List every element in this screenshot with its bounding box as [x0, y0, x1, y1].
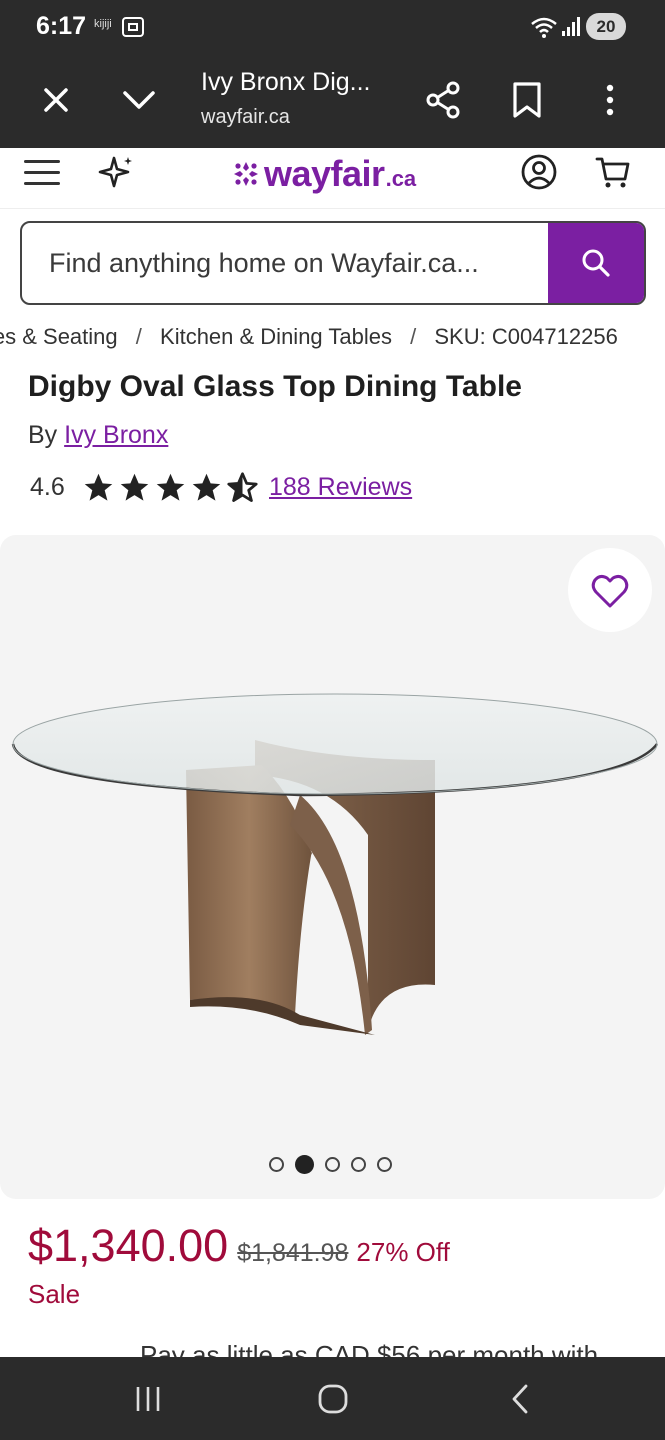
- heart-icon: [591, 574, 629, 608]
- star-full-icon: [192, 473, 221, 501]
- wayfair-logo-mark-icon: [234, 162, 258, 186]
- original-price: $1,841.98: [237, 1239, 349, 1267]
- sale-label: Sale: [28, 1279, 81, 1309]
- wayfair-logo[interactable]: wayfair .ca: [232, 150, 416, 198]
- status-time: 6:17: [36, 12, 87, 40]
- star-full-icon: [120, 473, 149, 501]
- wifi-icon: [531, 17, 557, 38]
- gallery-dot[interactable]: [351, 1157, 366, 1172]
- breadcrumb-separator: /: [410, 324, 417, 349]
- battery-indicator: 20: [586, 13, 626, 40]
- reviews-link[interactable]: 188 Reviews: [269, 473, 412, 502]
- browser-tab-title[interactable]: Ivy Bronx Dig...: [201, 68, 371, 97]
- home-icon[interactable]: [313, 1379, 353, 1419]
- star-half-icon: [227, 471, 258, 502]
- account-icon[interactable]: [520, 153, 558, 191]
- by-label: By: [28, 421, 58, 449]
- browser-url[interactable]: wayfair.ca: [201, 106, 290, 129]
- search-button[interactable]: [548, 223, 644, 303]
- gallery-dot[interactable]: [325, 1157, 340, 1172]
- star-full-icon: [156, 473, 185, 501]
- more-options-icon[interactable]: [588, 78, 632, 122]
- product-image-gallery[interactable]: [0, 535, 665, 1199]
- notification-app-icon: kijiji: [94, 18, 112, 30]
- breadcrumb-item-tables-seating[interactable]: les & Seating: [0, 324, 118, 349]
- breadcrumb-item-kitchen-dining-tables[interactable]: Kitchen & Dining Tables: [160, 324, 392, 349]
- menu-icon[interactable]: [24, 160, 60, 188]
- site-header: wayfair .ca: [0, 148, 665, 208]
- logo-wordmark: wayfair: [264, 153, 385, 194]
- system-navigation-bar: [0, 1357, 665, 1440]
- gallery-dot[interactable]: [269, 1157, 284, 1172]
- product-title: Digby Oval Glass Top Dining Table: [28, 370, 522, 403]
- product-byline: By Ivy Bronx: [28, 421, 168, 450]
- star-full-icon: [84, 473, 113, 501]
- breadcrumb: les & Seating / Kitchen & Dining Tables …: [0, 322, 665, 354]
- sparkle-icon[interactable]: [97, 154, 135, 192]
- logo-tld: .ca: [385, 166, 417, 191]
- sale-price: $1,340.00: [28, 1220, 229, 1271]
- recents-icon[interactable]: [128, 1379, 168, 1419]
- gallery-dot-active[interactable]: [295, 1155, 314, 1174]
- price-block: $1,340.00 $1,841.98 27% Off: [28, 1220, 450, 1272]
- chevron-down-icon[interactable]: [117, 78, 161, 122]
- brand-link[interactable]: Ivy Bronx: [64, 421, 168, 449]
- bookmark-icon[interactable]: [505, 78, 549, 122]
- search-icon: [582, 249, 610, 277]
- signal-icon: [562, 17, 580, 36]
- search-bar: [20, 221, 646, 305]
- discount-percent: 27% Off: [356, 1237, 450, 1267]
- breadcrumb-separator: /: [135, 324, 142, 349]
- cart-icon[interactable]: [594, 153, 632, 191]
- share-icon[interactable]: [422, 78, 466, 122]
- screenshot-icon: [122, 17, 144, 37]
- gallery-pagination: [269, 1155, 392, 1174]
- close-icon[interactable]: [34, 78, 78, 122]
- breadcrumb-sku: SKU: C004712256: [434, 324, 618, 349]
- rating-value: 4.6: [30, 472, 65, 501]
- favorite-button[interactable]: [568, 548, 652, 632]
- search-input[interactable]: [22, 223, 550, 303]
- browser-toolbar: Ivy Bronx Dig... wayfair.ca: [0, 54, 665, 148]
- rating-stars: [82, 471, 259, 504]
- gallery-dot[interactable]: [377, 1157, 392, 1172]
- status-bar: 6:17 kijiji 20: [0, 0, 665, 54]
- product-photo-oval-glass-table: [11, 693, 658, 1035]
- product-rating: 4.6 188 Reviews: [30, 470, 412, 504]
- back-icon[interactable]: [500, 1379, 540, 1419]
